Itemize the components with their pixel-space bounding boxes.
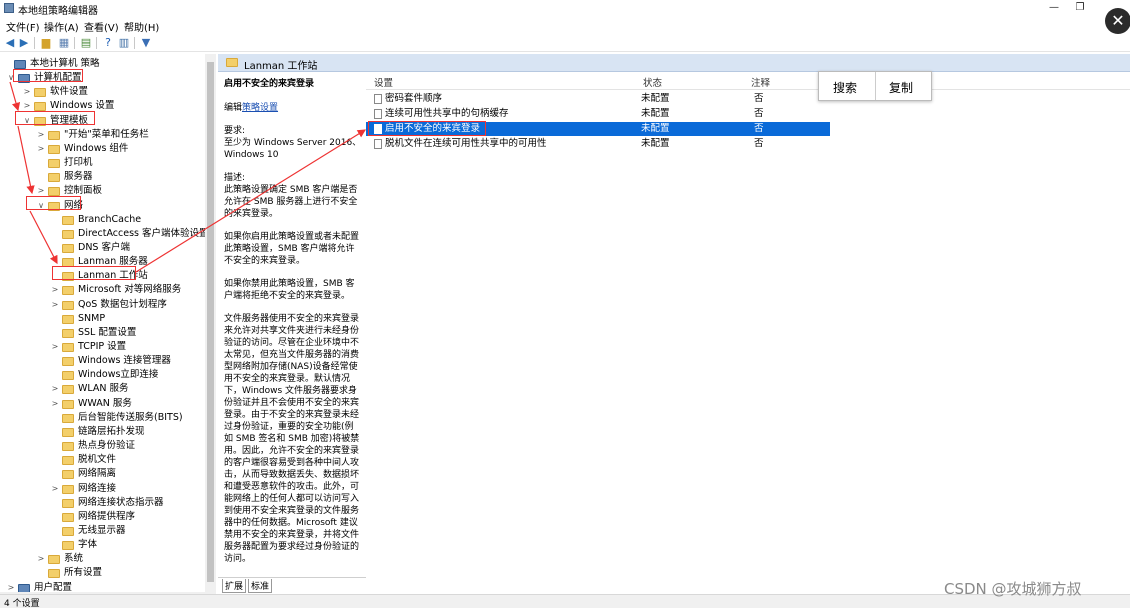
group-policy-editor-window: 本地组策略编辑器 — ❐ ✕ 文件(F) 操作(A) 查看(V) 帮助(H) ◀… — [0, 0, 1130, 609]
arrow-1 — [9, 81, 21, 112]
arrow-2 — [17, 125, 35, 195]
watermark: CSDN @攻城狮方叔 — [944, 580, 1082, 598]
status-text: 4 个设置 — [4, 599, 40, 609]
annotation-arrows — [9, 81, 367, 273]
arrow-4 — [135, 129, 367, 273]
arrow-3 — [29, 210, 58, 265]
